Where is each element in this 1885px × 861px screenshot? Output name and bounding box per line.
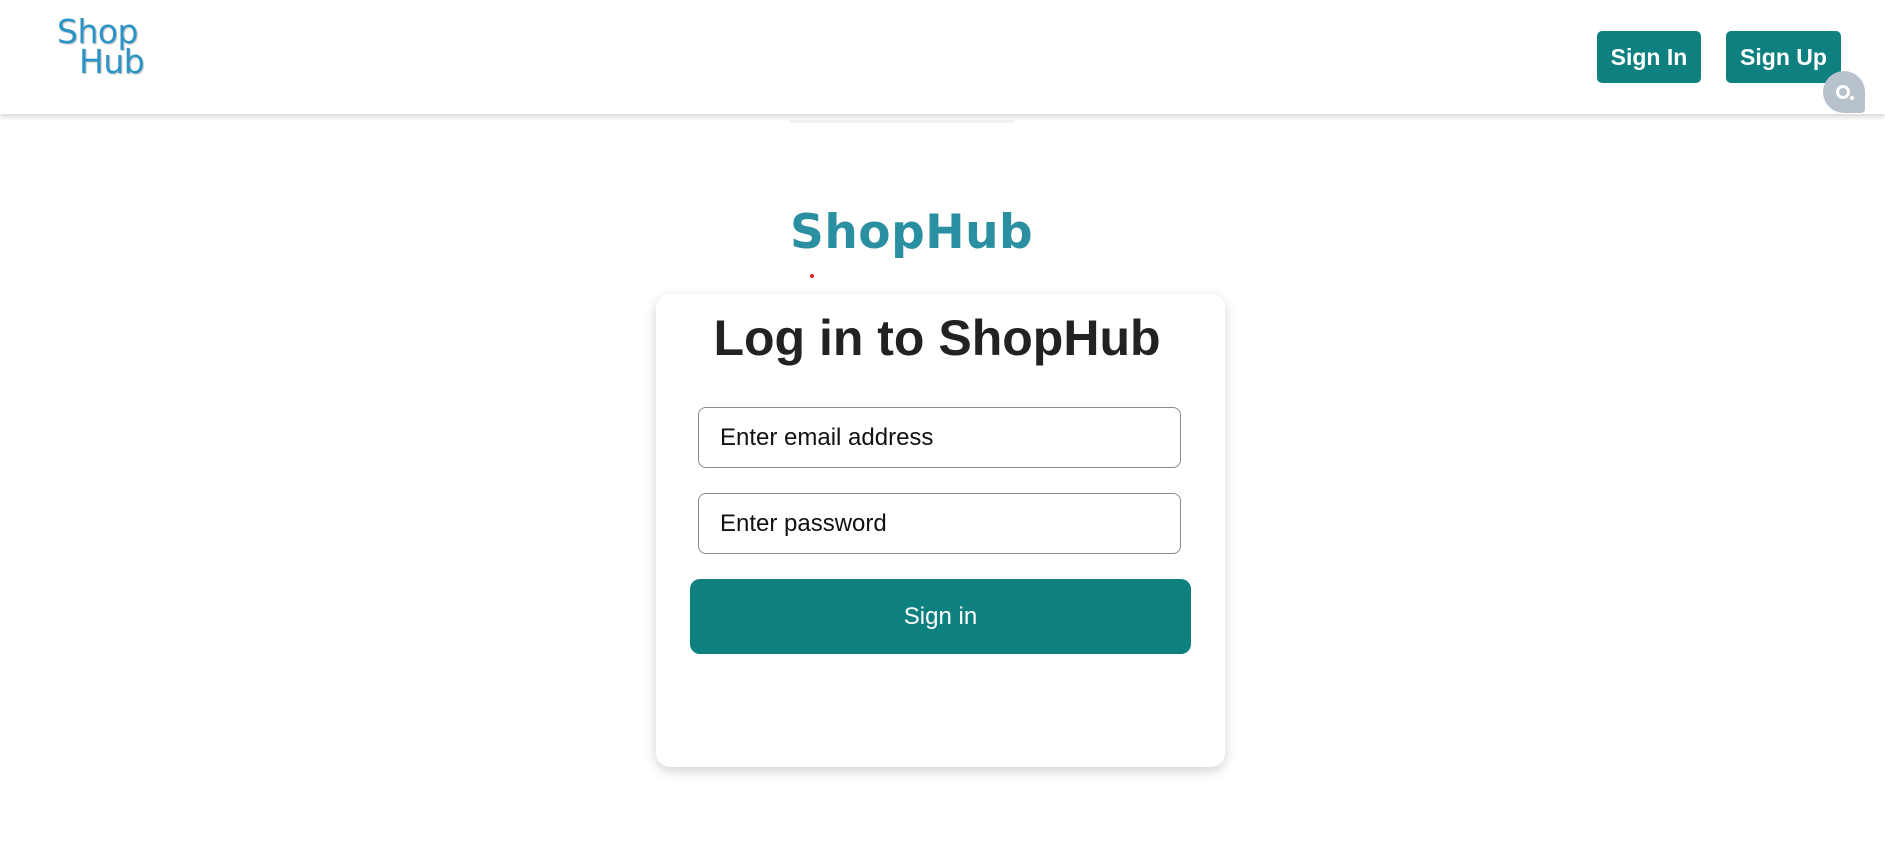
email-field[interactable] [698,407,1181,468]
brand-divider [790,120,1015,123]
site-logo[interactable]: Shop Hub [57,15,145,81]
password-field[interactable] [698,493,1181,554]
assistant-ring-mark [1836,85,1850,99]
header-sign-in-button[interactable]: Sign In [1597,31,1701,83]
header-sign-up-button[interactable]: Sign Up [1726,31,1841,83]
assistant-bubble-icon[interactable] [1823,71,1865,113]
login-title: Log in to ShopHub [713,310,1161,366]
sign-in-submit-button[interactable]: Sign in [690,579,1191,654]
assistant-dot-mark [1850,96,1854,100]
login-card: Log in to ShopHub Sign in [656,294,1225,767]
logo-line-2: Hub [79,42,145,81]
brand-heading: ShopHub [790,205,1034,260]
top-header: Shop Hub Sign In Sign Up [0,0,1885,114]
red-dot-marker [810,274,814,278]
